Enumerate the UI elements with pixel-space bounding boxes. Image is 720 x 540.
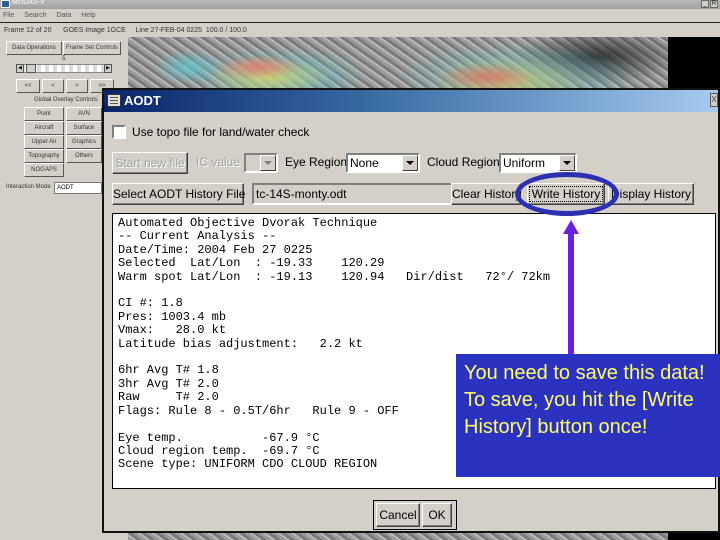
frame-set-controls-button[interactable]: Frame Set Controls [63,41,121,55]
overlay-graphics-button[interactable]: Graphics [66,135,102,149]
slider-right-arrow-icon[interactable]: ▶ [104,64,112,73]
app-title: McIDAS-V [12,0,45,6]
cloud-region-selected: Uniform [503,156,546,170]
frame-slider[interactable]: ◀ ▶ [16,64,112,73]
ok-label: OK [428,508,446,522]
dialog-footer-buttons: Cancel OK [373,500,457,530]
cloud-region-label: Cloud Region [427,155,500,169]
restore-button[interactable]: R [710,0,718,8]
eye-region-selected: None [350,156,379,170]
ic-value-dropdown[interactable] [244,153,278,173]
cloud-region-dropdown[interactable]: Uniform [499,153,577,173]
dialog-titlebar[interactable]: AODT X [104,90,718,112]
start-new-file-label: Start new file [115,156,185,170]
slider-left-arrow-icon[interactable]: ◀ [16,64,24,73]
cancel-button[interactable]: Cancel [376,503,420,527]
select-history-file-button[interactable]: Select AODT History File [112,183,246,205]
select-history-file-label: Select AODT History File [113,187,246,201]
topo-file-checkbox-label: Use topo file for land/water check [132,125,310,139]
overlay-nogaps-button[interactable]: NOGAPS [24,163,64,177]
overlay-others-button[interactable]: Others [66,149,102,163]
app-titlebar: McIDAS-V _ R [0,0,720,9]
menu-data[interactable]: Data [56,12,71,19]
clear-history-button[interactable]: Clear History [451,183,521,205]
menu-help[interactable]: Help [81,12,95,19]
app-icon [1,0,10,8]
overlay-surface-button[interactable]: Surface [66,121,102,135]
dialog-title: AODT [124,93,161,108]
ok-button[interactable]: OK [422,503,452,527]
first-frame-button[interactable]: << [16,79,40,93]
minimize-button[interactable]: _ [701,0,709,8]
overlay-topography-button[interactable]: Topography [24,149,64,163]
overlay-upper-air-button[interactable]: Upper Air [24,135,64,149]
app-status-line: Frame 12 of 20 GOES Image 1GCE Line 27-F… [4,27,247,34]
overlay-controls-title: Global Overlay Controls [34,97,98,103]
overlay-aircraft-button[interactable]: Aircraft [24,121,64,135]
overlay-point-button[interactable]: Point [24,107,64,121]
instruction-callout: You need to save this data! To save, you… [456,354,720,477]
data-operations-button[interactable]: Data Operations [6,41,62,55]
cancel-label: Cancel [379,508,417,522]
display-history-button[interactable]: Display History [608,183,694,205]
chevron-down-icon[interactable] [559,155,575,171]
slider-thumb[interactable] [26,64,36,73]
chevron-down-icon[interactable] [260,155,276,171]
frame-number: 5 [62,56,66,62]
close-icon[interactable]: X [710,93,718,107]
menu-search[interactable]: Search [24,12,46,19]
next-frame-button[interactable]: > [66,79,88,93]
prev-frame-button[interactable]: < [42,79,64,93]
topo-file-checkbox[interactable] [112,125,126,139]
menu-file[interactable]: File [3,12,14,19]
dialog-window-icon [107,94,121,107]
display-history-label: Display History [610,187,691,201]
eye-region-label: Eye Region [285,155,348,169]
ic-value-label: IC value [196,155,241,169]
eye-region-dropdown[interactable]: None [346,153,420,173]
interaction-mode-field[interactable]: AODT [54,182,102,194]
chevron-down-icon[interactable] [402,155,418,171]
overlay-avn-button[interactable]: AVN [66,107,102,121]
annotation-arrow [568,232,574,354]
app-menubar: File Search Data Help [0,9,720,23]
interaction-mode-label: Interaction Mode [6,184,51,190]
screen: McIDAS-V _ R File Search Data Help Frame… [0,0,720,540]
highlight-ellipse [515,172,619,216]
start-new-file-button[interactable]: Start new file [112,152,188,174]
clear-history-label: Clear History [452,187,522,201]
